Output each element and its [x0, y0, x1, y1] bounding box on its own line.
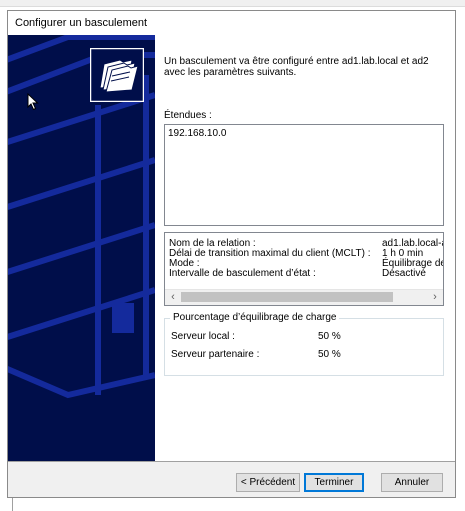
- load-balance-legend: Pourcentage d’équilibrage de charge: [170, 312, 340, 323]
- horizontal-scrollbar[interactable]: ‹ ›: [165, 289, 443, 305]
- cancel-button[interactable]: Annuler: [381, 473, 443, 492]
- scopes-list[interactable]: 192.168.10.0: [164, 124, 444, 226]
- finish-button[interactable]: Terminer: [304, 473, 364, 492]
- chevron-left-icon[interactable]: ‹: [166, 290, 180, 305]
- scrollbar-thumb[interactable]: [181, 292, 393, 302]
- local-server-label: Serveur local :: [171, 331, 235, 342]
- relationship-details-list[interactable]: Nom de la relation : ad1.lab.local-ad2 D…: [164, 232, 444, 306]
- background-desktop-strip: [0, 0, 465, 7]
- detail-row-state-interval: Intervalle de basculement d’état : Désac…: [165, 268, 443, 279]
- mouse-pointer-icon: [27, 92, 39, 114]
- intro-text: Un basculement va être configuré entre a…: [164, 56, 429, 78]
- chevron-right-icon[interactable]: ›: [428, 290, 442, 305]
- partner-server-percent: 50 %: [318, 349, 341, 360]
- local-server-row: Serveur local : 50 %: [171, 331, 431, 343]
- title-bar[interactable]: Configurer un basculement: [8, 11, 455, 35]
- detail-label: Intervalle de basculement d’état :: [169, 268, 316, 279]
- partner-server-label: Serveur partenaire :: [171, 349, 260, 360]
- list-item[interactable]: 192.168.10.0: [168, 128, 226, 139]
- load-balance-group: Pourcentage d’équilibrage de charge Serv…: [164, 312, 444, 376]
- previous-button[interactable]: < Précédent: [236, 473, 300, 492]
- scopes-label: Étendues :: [164, 110, 212, 121]
- button-area-divider: [8, 461, 455, 462]
- background-divider: [12, 498, 13, 511]
- local-server-percent: 50 %: [318, 331, 341, 342]
- wizard-content: Un basculement va être configuré entre a…: [155, 35, 455, 461]
- detail-value: Désactivé: [382, 268, 426, 279]
- window-title: Configurer un basculement: [15, 17, 148, 29]
- failover-wizard-dialog: Configurer un basculement Un basculement…: [7, 10, 456, 498]
- partner-server-row: Serveur partenaire : 50 %: [171, 349, 431, 361]
- folder-stack-icon: [90, 48, 144, 102]
